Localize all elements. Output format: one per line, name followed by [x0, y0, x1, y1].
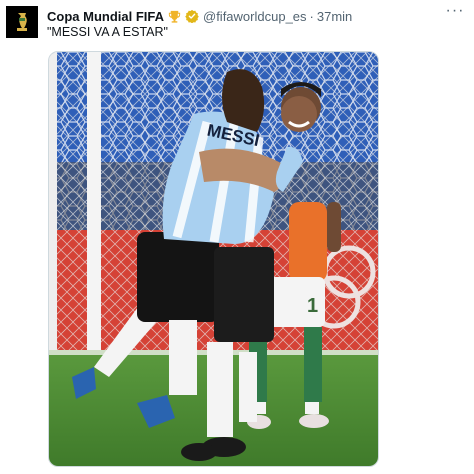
tweet-timestamp[interactable]: 37min — [317, 9, 352, 24]
shorts-number: 1 — [307, 295, 318, 317]
header-separator: · — [309, 8, 314, 24]
verified-badge-icon — [185, 9, 199, 23]
tweet-header: Copa Mundial FIFA @fifaworldcup_es · 37m… — [47, 7, 464, 25]
tweet[interactable]: Copa Mundial FIFA @fifaworldcup_es · 37m… — [0, 0, 474, 474]
author-handle[interactable]: @fifaworldcup_es — [203, 9, 307, 24]
author-name[interactable]: Copa Mundial FIFA — [47, 9, 164, 24]
trophy-icon — [167, 9, 182, 24]
photo-players-hugging: 1 MESSI — [49, 52, 378, 466]
tweet-text: "MESSI VA A ESTAR" — [47, 25, 168, 39]
more-options-icon[interactable]: ··· — [444, 3, 466, 22]
fifa-logo-icon — [6, 6, 38, 38]
author-avatar[interactable] — [6, 6, 38, 38]
tweet-photo[interactable]: 1 MESSI — [48, 51, 379, 467]
